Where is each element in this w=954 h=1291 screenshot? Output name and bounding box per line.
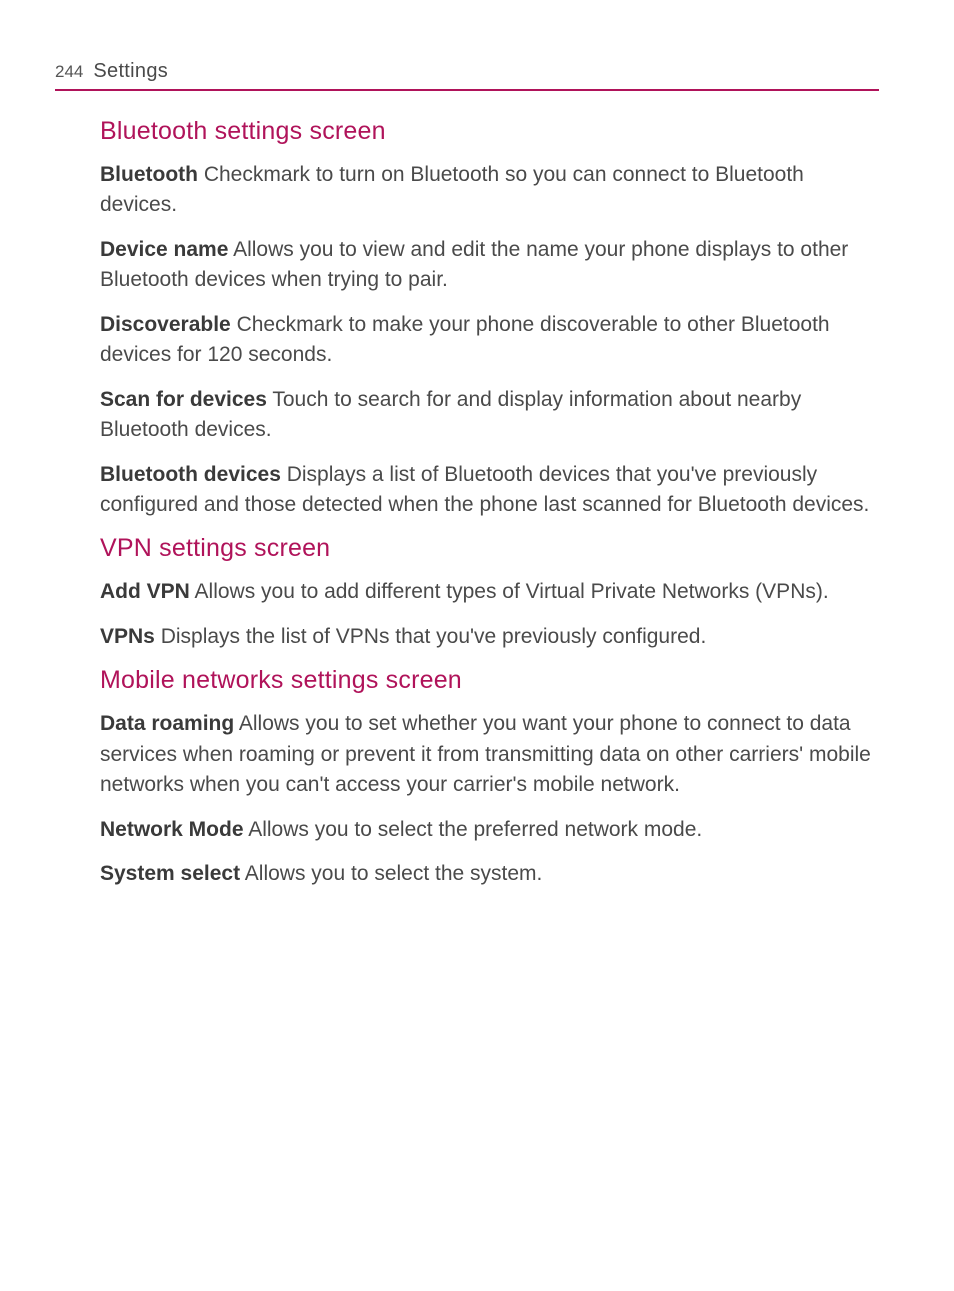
entry-term: Network Mode [100,818,244,841]
entry-discoverable: Discoverable Checkmark to make your phon… [100,310,879,371]
entry-term: Data roaming [100,712,234,735]
entry-data-roaming: Data roaming Allows you to set whether y… [100,709,879,800]
entry-term: Discoverable [100,313,231,336]
entry-term: System select [100,862,240,885]
entry-network-mode: Network Mode Allows you to select the pr… [100,815,879,845]
entry-term: VPNs [100,625,155,648]
entry-system-select: System select Allows you to select the s… [100,859,879,889]
entry-term: Bluetooth devices [100,463,281,486]
entry-desc: Allows you to add different types of Vir… [190,580,829,603]
page-header: 244 Settings [55,60,879,91]
entry-desc: Checkmark to turn on Bluetooth so you ca… [100,163,804,216]
entry-desc: Displays the list of VPNs that you've pr… [155,625,706,648]
section-heading-vpn: VPN settings screen [100,534,879,563]
entry-desc: Allows you to select the preferred netwo… [244,818,703,841]
entry-term: Scan for devices [100,388,267,411]
entry-bluetooth: Bluetooth Checkmark to turn on Bluetooth… [100,160,879,221]
entry-scan-for-devices: Scan for devices Touch to search for and… [100,385,879,446]
section-heading-mobile-networks: Mobile networks settings screen [100,666,879,695]
entry-add-vpn: Add VPN Allows you to add different type… [100,577,879,607]
entry-device-name: Device name Allows you to view and edit … [100,235,879,296]
entry-vpns: VPNs Displays the list of VPNs that you'… [100,622,879,652]
entry-term: Bluetooth [100,163,198,186]
entry-term: Device name [100,238,228,261]
page-title: Settings [93,60,168,83]
page-number: 244 [55,62,83,82]
section-heading-bluetooth: Bluetooth settings screen [100,117,879,146]
entry-bluetooth-devices: Bluetooth devices Displays a list of Blu… [100,460,879,521]
entry-desc: Allows you to select the system. [240,862,542,885]
entry-term: Add VPN [100,580,190,603]
